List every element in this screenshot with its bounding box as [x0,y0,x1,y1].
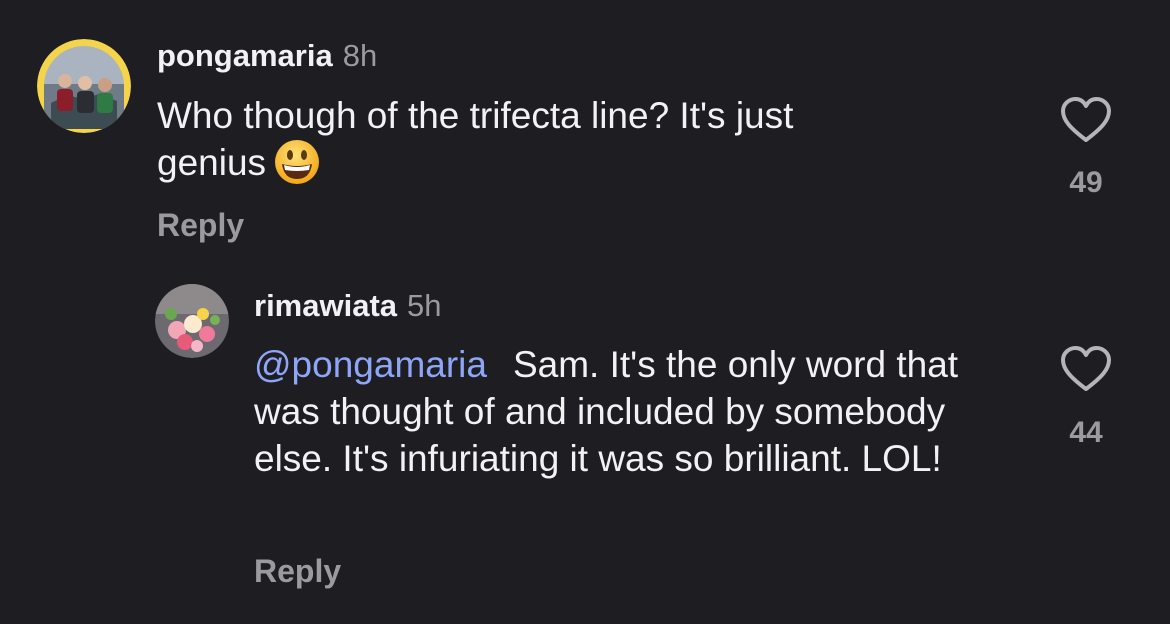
heart-icon[interactable] [1060,345,1112,393]
user-photo-icon [37,39,131,133]
comment-text-line: Who though of the trifecta line? It's ju… [157,95,794,136]
comment-text-line: genius [157,139,1017,196]
comment-text: Who though of the trifecta line? It's ju… [157,92,1017,196]
avatar[interactable] [155,284,229,358]
comment-timestamp: 5h [407,288,442,323]
username-text[interactable]: pongamaria [157,38,333,73]
comment-text: @pongamaria Sam. It's the only word that … [254,341,1014,482]
avatar[interactable] [37,39,131,133]
comment-username[interactable]: pongamaria 8h [157,38,377,74]
reply-button[interactable]: Reply [157,207,244,244]
comment-username[interactable]: rimawiata 5h [254,288,442,324]
heart-icon[interactable] [1060,96,1112,144]
grinning-face-emoji-icon [274,139,320,196]
comment-text-word: genius [157,142,267,183]
like-count[interactable]: 49 [1051,166,1121,200]
like-count[interactable]: 44 [1051,416,1121,450]
mention-link[interactable]: @pongamaria [254,344,487,385]
comment-timestamp: 8h [342,38,378,73]
reply-button[interactable]: Reply [254,553,341,590]
flowers-photo-icon [155,284,229,358]
username-text[interactable]: rimawiata [254,288,397,323]
